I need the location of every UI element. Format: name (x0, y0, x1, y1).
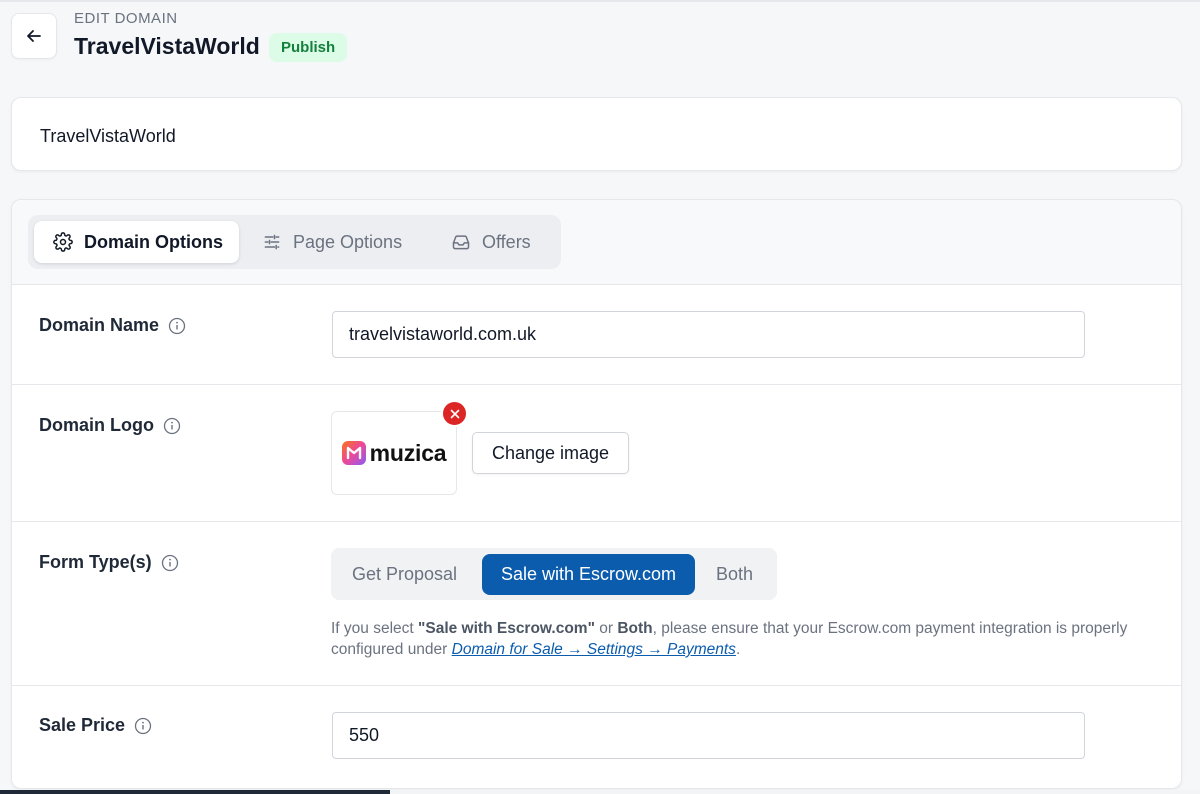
domain-logo-row: Domain Logo muzica Change image (12, 385, 1181, 522)
form-type-help-text: If you select "Sale with Escrow.com" or … (331, 620, 1128, 658)
info-icon[interactable] (134, 717, 152, 735)
change-image-button[interactable]: Change image (472, 432, 629, 474)
tab-label: Page Options (293, 231, 403, 252)
remove-logo-button[interactable] (441, 400, 468, 427)
sale-price-label: Sale Price (39, 715, 152, 736)
payments-settings-link[interactable]: Domain for Sale → Settings → Payments (452, 641, 736, 658)
logo-preview: muzica (331, 411, 457, 495)
sale-price-input[interactable]: 550 (332, 712, 1085, 759)
status-badge: Publish (269, 33, 348, 62)
inbox-icon (452, 235, 470, 250)
domain-name-label: Domain Name (39, 315, 186, 336)
tab-offers[interactable]: Offers (451, 221, 531, 263)
option-sale-with-escrow[interactable]: Sale with Escrow.com (482, 554, 695, 595)
tab-label: Domain Options (84, 231, 223, 252)
info-icon[interactable] (161, 554, 179, 572)
tabs-area: Domain Options Page Options Offers (12, 200, 1181, 285)
tab-label: Offers (482, 231, 531, 252)
tab-domain-options[interactable]: Domain Options (34, 221, 239, 263)
info-icon[interactable] (168, 317, 186, 335)
top-divider (0, 0, 1200, 2)
bottom-strip-dark (0, 790, 390, 794)
form-type-row: Form Type(s) Get Proposal Sale with Escr… (12, 522, 1181, 686)
muzica-logo-mark-icon (341, 441, 366, 465)
page-title: TravelVistaWorld (74, 33, 260, 59)
arrow-left-icon (27, 30, 41, 42)
tab-page-options[interactable]: Page Options (262, 221, 402, 263)
domain-name-row: Domain Name travelvistaworld.com.uk (12, 285, 1181, 385)
sliders-icon (264, 234, 280, 250)
bottom-strip (0, 790, 1200, 794)
option-both[interactable]: Both (716, 554, 753, 595)
domain-name-input[interactable]: travelvistaworld.com.uk (332, 311, 1085, 358)
domain-name-card: TravelVistaWorld (11, 97, 1182, 171)
info-icon[interactable] (163, 417, 181, 435)
domain-logo-label: Domain Logo (39, 415, 181, 436)
gear-icon (53, 232, 73, 252)
option-get-proposal[interactable]: Get Proposal (352, 554, 457, 595)
form-type-label: Form Type(s) (39, 552, 179, 573)
page-eyebrow: EDIT DOMAIN (74, 10, 178, 27)
back-button[interactable] (11, 13, 57, 59)
close-icon (450, 409, 459, 418)
domain-settings-card: Domain Options Page Options Offers Domai… (11, 199, 1182, 789)
domain-name-display: TravelVistaWorld (40, 126, 176, 146)
sale-price-row: Sale Price 550 (12, 686, 1181, 788)
form-type-segmented-control: Get Proposal Sale with Escrow.com Both (331, 548, 777, 600)
tab-bar: Domain Options Page Options Offers (28, 215, 561, 269)
logo-wordmark: muzica (369, 439, 447, 466)
